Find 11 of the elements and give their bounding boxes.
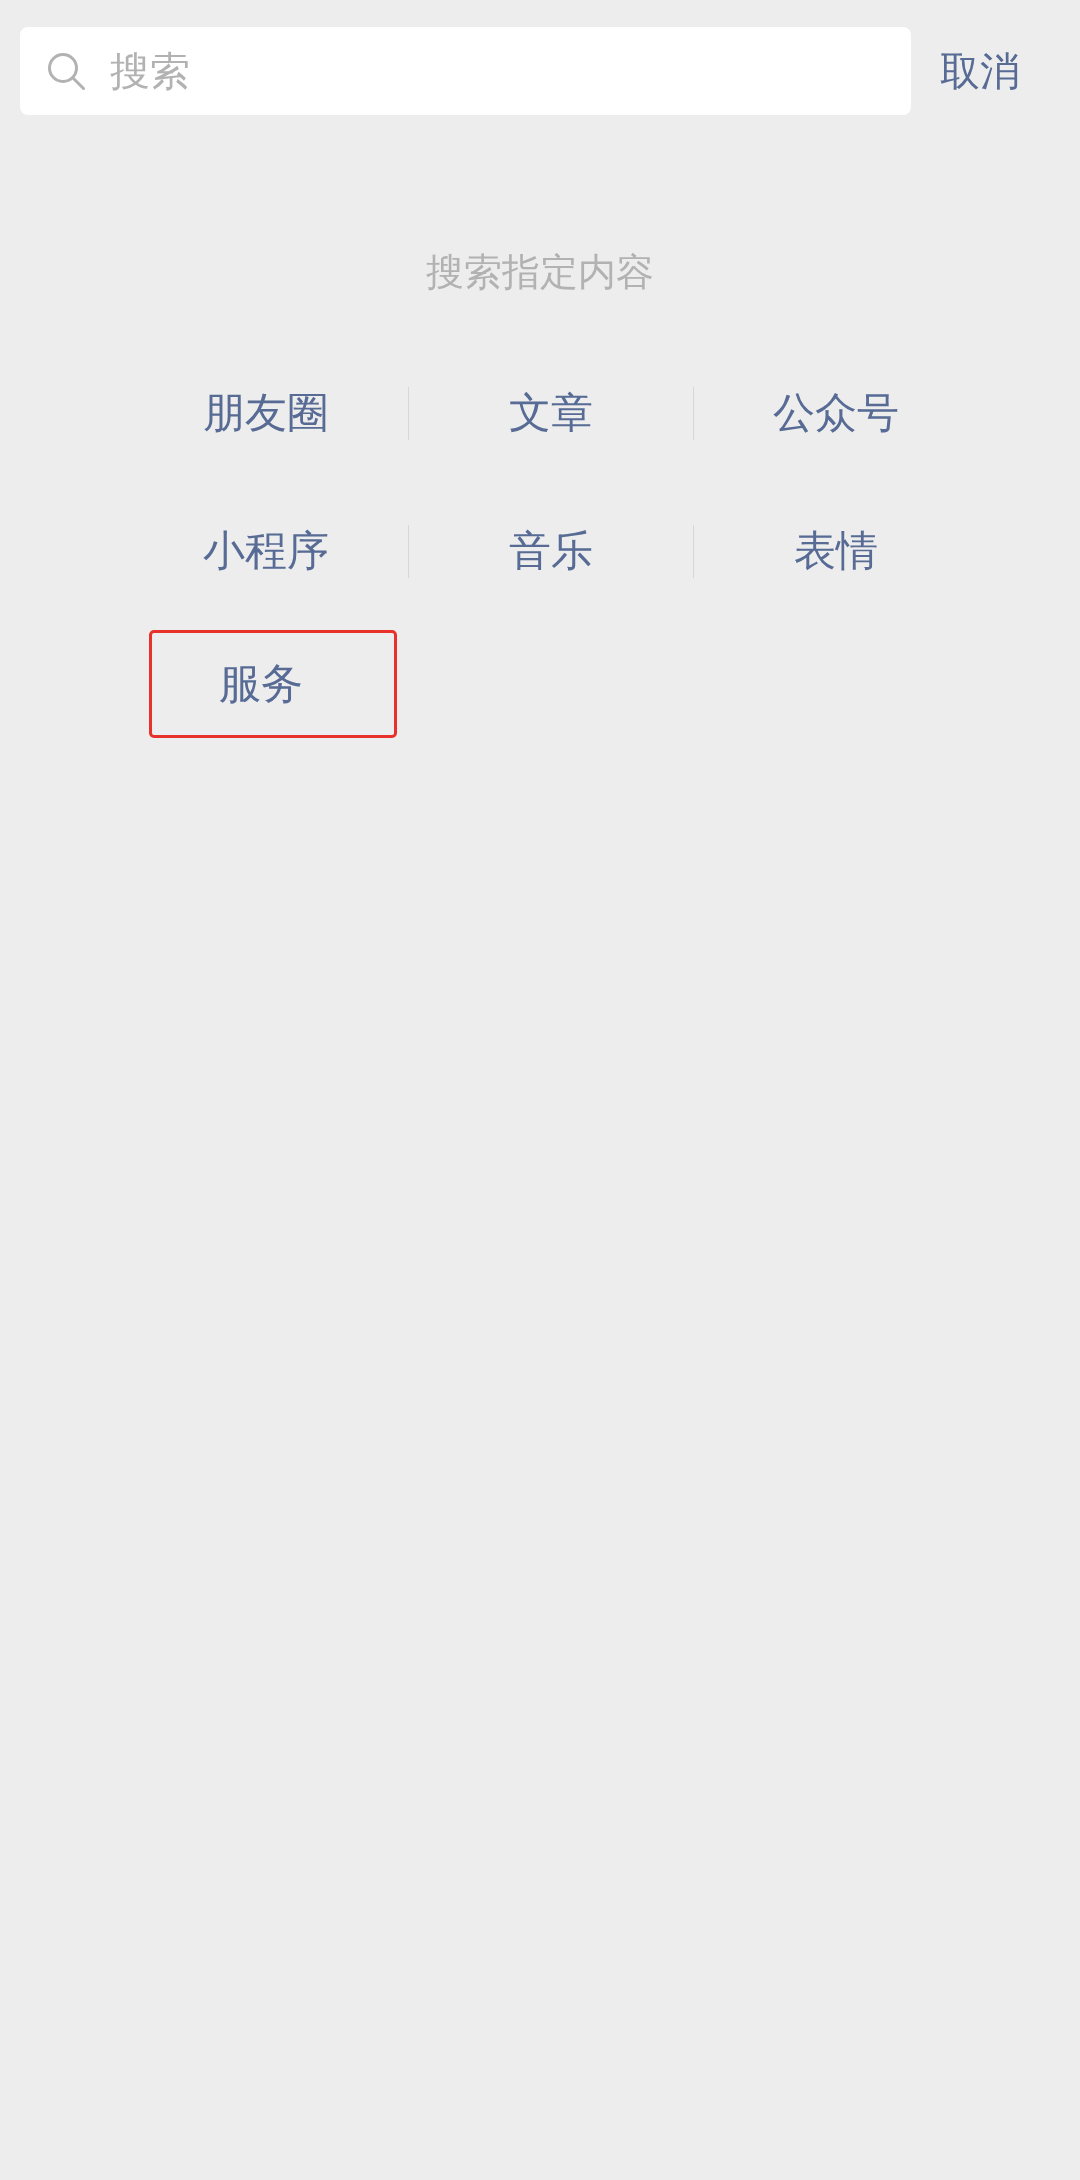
- category-option[interactable]: 小程序: [202, 524, 329, 578]
- search-field[interactable]: 搜索: [20, 27, 911, 115]
- category-option[interactable]: 文章: [509, 386, 593, 440]
- category-option[interactable]: 表情: [794, 524, 878, 578]
- category-option[interactable]: 服务: [219, 657, 303, 711]
- cancel-button[interactable]: 取消: [940, 43, 1020, 99]
- search-icon: [47, 52, 85, 90]
- category-option[interactable]: 公众号: [773, 386, 899, 440]
- section-hint: 搜索指定内容: [426, 249, 654, 296]
- category-option[interactable]: 朋友圈: [202, 386, 329, 440]
- category-option[interactable]: 音乐: [509, 524, 593, 578]
